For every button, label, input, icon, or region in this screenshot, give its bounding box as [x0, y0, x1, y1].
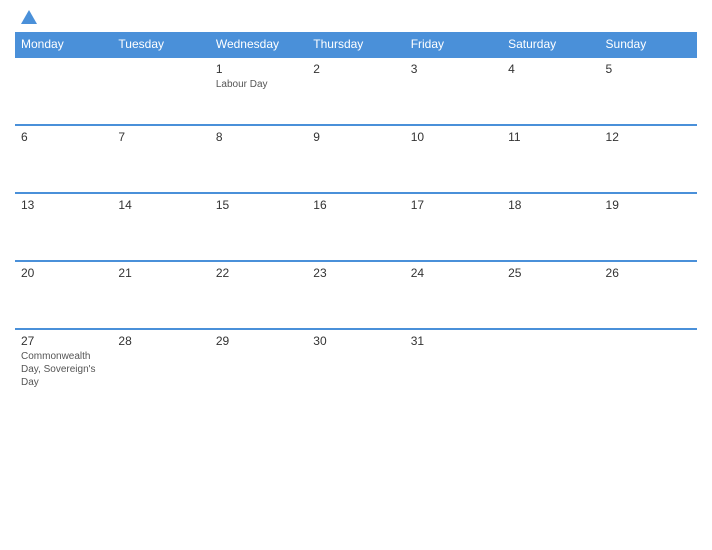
weekday-header-row: MondayTuesdayWednesdayThursdayFridaySatu…	[15, 32, 697, 57]
logo	[15, 10, 41, 24]
calendar-cell: 17	[405, 193, 502, 261]
day-number: 23	[313, 266, 398, 280]
day-number: 9	[313, 130, 398, 144]
day-number: 29	[216, 334, 301, 348]
calendar-table: MondayTuesdayWednesdayThursdayFridaySatu…	[15, 32, 697, 397]
logo-triangle-icon	[21, 10, 37, 24]
day-number: 2	[313, 62, 398, 76]
day-number: 26	[606, 266, 691, 280]
calendar-cell: 20	[15, 261, 112, 329]
calendar-cell	[15, 57, 112, 125]
day-number: 28	[118, 334, 203, 348]
week-row-2: 6789 10 11 12	[15, 125, 697, 193]
day-number: 13	[21, 198, 106, 212]
day-number: 20	[21, 266, 106, 280]
day-number: 8	[216, 130, 301, 144]
day-number: 10	[411, 130, 496, 144]
calendar-cell	[600, 329, 697, 397]
weekday-header-thursday: Thursday	[307, 32, 404, 57]
calendar-cell: 21	[112, 261, 209, 329]
day-number: 15	[216, 198, 301, 212]
week-row-4: 20 21 22 23 24 25 26	[15, 261, 697, 329]
day-number: 12	[606, 130, 691, 144]
calendar-cell: 5	[600, 57, 697, 125]
calendar-cell: 2	[307, 57, 404, 125]
week-row-5: 27 Commonwealth Day, Sovereign's Day 28 29 3…	[15, 329, 697, 397]
calendar-cell: 10	[405, 125, 502, 193]
weekday-header-tuesday: Tuesday	[112, 32, 209, 57]
weekday-header-saturday: Saturday	[502, 32, 599, 57]
day-number: 5	[606, 62, 691, 76]
calendar-cell: 13	[15, 193, 112, 261]
holiday-label: Commonwealth Day, Sovereign's Day	[21, 350, 106, 389]
holiday-label: Labour Day	[216, 78, 301, 91]
calendar-cell: 15	[210, 193, 307, 261]
calendar-cell: 4	[502, 57, 599, 125]
calendar-cell: 7	[112, 125, 209, 193]
day-number: 4	[508, 62, 593, 76]
day-number: 17	[411, 198, 496, 212]
day-number: 14	[118, 198, 203, 212]
day-number: 18	[508, 198, 593, 212]
day-number: 24	[411, 266, 496, 280]
calendar-cell	[112, 57, 209, 125]
day-number: 30	[313, 334, 398, 348]
calendar-cell: 8	[210, 125, 307, 193]
header	[15, 10, 697, 24]
day-number: 31	[411, 334, 496, 348]
calendar-cell: 31	[405, 329, 502, 397]
weekday-header-wednesday: Wednesday	[210, 32, 307, 57]
day-number: 1	[216, 62, 301, 76]
calendar-cell: 30	[307, 329, 404, 397]
day-number: 11	[508, 130, 593, 144]
day-number: 16	[313, 198, 398, 212]
calendar-cell: 14	[112, 193, 209, 261]
day-number: 3	[411, 62, 496, 76]
day-number: 6	[21, 130, 106, 144]
calendar-page: MondayTuesdayWednesdayThursdayFridaySatu…	[0, 0, 712, 550]
weekday-header-friday: Friday	[405, 32, 502, 57]
day-number: 7	[118, 130, 203, 144]
calendar-cell: 29	[210, 329, 307, 397]
calendar-cell: 28	[112, 329, 209, 397]
calendar-cell: 12	[600, 125, 697, 193]
calendar-cell: 22	[210, 261, 307, 329]
week-row-1: 1 Labour Day 2345	[15, 57, 697, 125]
calendar-cell: 11	[502, 125, 599, 193]
calendar-cell: 16	[307, 193, 404, 261]
week-row-3: 13 14 15 16 17 18 19	[15, 193, 697, 261]
day-number: 25	[508, 266, 593, 280]
calendar-cell: 23	[307, 261, 404, 329]
calendar-cell: 9	[307, 125, 404, 193]
calendar-cell: 3	[405, 57, 502, 125]
calendar-cell: 27 Commonwealth Day, Sovereign's Day	[15, 329, 112, 397]
day-number: 27	[21, 334, 106, 348]
calendar-cell: 25	[502, 261, 599, 329]
weekday-header-monday: Monday	[15, 32, 112, 57]
day-number: 21	[118, 266, 203, 280]
calendar-cell: 18	[502, 193, 599, 261]
day-number: 22	[216, 266, 301, 280]
weekday-header-sunday: Sunday	[600, 32, 697, 57]
day-number: 19	[606, 198, 691, 212]
calendar-cell: 6	[15, 125, 112, 193]
calendar-cell: 26	[600, 261, 697, 329]
calendar-cell: 1 Labour Day	[210, 57, 307, 125]
calendar-cell: 19	[600, 193, 697, 261]
calendar-cell	[502, 329, 599, 397]
calendar-cell: 24	[405, 261, 502, 329]
